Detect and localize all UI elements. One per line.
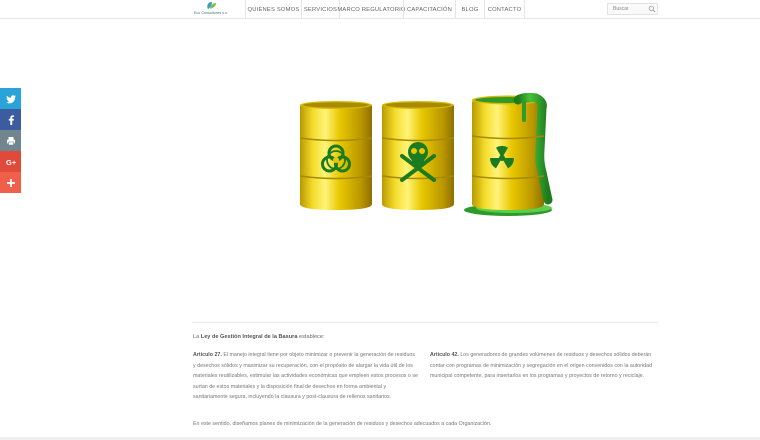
nav-item-qui-nes-somos[interactable]: QUIÉNES SOMOS xyxy=(245,0,301,19)
search-input[interactable] xyxy=(608,4,646,14)
search-icon[interactable] xyxy=(648,5,656,13)
article-42-title: Artículo 42. xyxy=(430,352,459,358)
nav-item-blog[interactable]: BLOG xyxy=(455,0,484,19)
twitter-share-button[interactable] xyxy=(0,88,21,109)
article-27-text: El manejo integral tiene por objeto mini… xyxy=(193,352,418,400)
site-logo[interactable]: Eco Consultores s.c. xyxy=(194,1,230,18)
intro-text: La Ley de Gestión Integral de la Basura … xyxy=(193,334,325,340)
share-more-share-button[interactable] xyxy=(0,172,21,193)
leaf-logo-icon xyxy=(207,2,216,9)
closing-paragraph: En este sentido, diseñamos planes de min… xyxy=(193,421,492,427)
intro-prefix: La xyxy=(193,334,201,340)
main-nav: QUIÉNES SOMOS SERVICIOS MARCO REGULATORIO C… xyxy=(245,0,525,19)
intro-suffix: establece: xyxy=(297,334,325,340)
content-divider xyxy=(192,322,658,323)
article-42-paragraph: Artículo 42. Los generadores de grandes … xyxy=(430,350,658,382)
twitter-icon xyxy=(5,94,16,103)
print-icon xyxy=(6,136,15,145)
google-plus-icon: G+ xyxy=(6,158,16,167)
google-plus-share-button[interactable]: G+ xyxy=(0,151,21,172)
logo-text: Eco Consultores s.c. xyxy=(194,11,229,15)
nav-item-marco-regulatorio[interactable]: MARCO REGULATORIO xyxy=(337,0,405,19)
radioactive-barrel xyxy=(464,92,553,216)
site-header: Eco Consultores s.c. QUIÉNES SOMOS SERVIC… xyxy=(0,0,760,19)
search-box xyxy=(607,3,658,15)
article-27-title: Artículo 27. xyxy=(193,352,222,358)
share-more-icon xyxy=(6,178,15,187)
biohazard-barrel xyxy=(299,101,373,210)
social-share-bar: G+ xyxy=(0,88,21,193)
toxic-skull-barrel xyxy=(381,101,455,210)
facebook-share-button[interactable] xyxy=(0,109,21,130)
print-share-button[interactable] xyxy=(0,130,21,151)
nav-item-capacitaci-n[interactable]: CAPACITACIÓN xyxy=(403,0,455,19)
svg-text:G+: G+ xyxy=(6,158,16,167)
facebook-icon xyxy=(8,114,14,125)
article-42-text: Los generadores de grandes volúmenes de … xyxy=(430,352,653,379)
article-27-paragraph: Artículo 27. El manejo integral tiene po… xyxy=(193,350,419,403)
law-name-link: Ley de Gestión Integral de la Basura xyxy=(200,334,298,340)
hazard-barrels-image xyxy=(299,92,553,216)
nav-item-servicios[interactable]: SERVICIOS xyxy=(301,0,339,19)
nav-item-contacto[interactable]: CONTACTO xyxy=(484,0,525,19)
